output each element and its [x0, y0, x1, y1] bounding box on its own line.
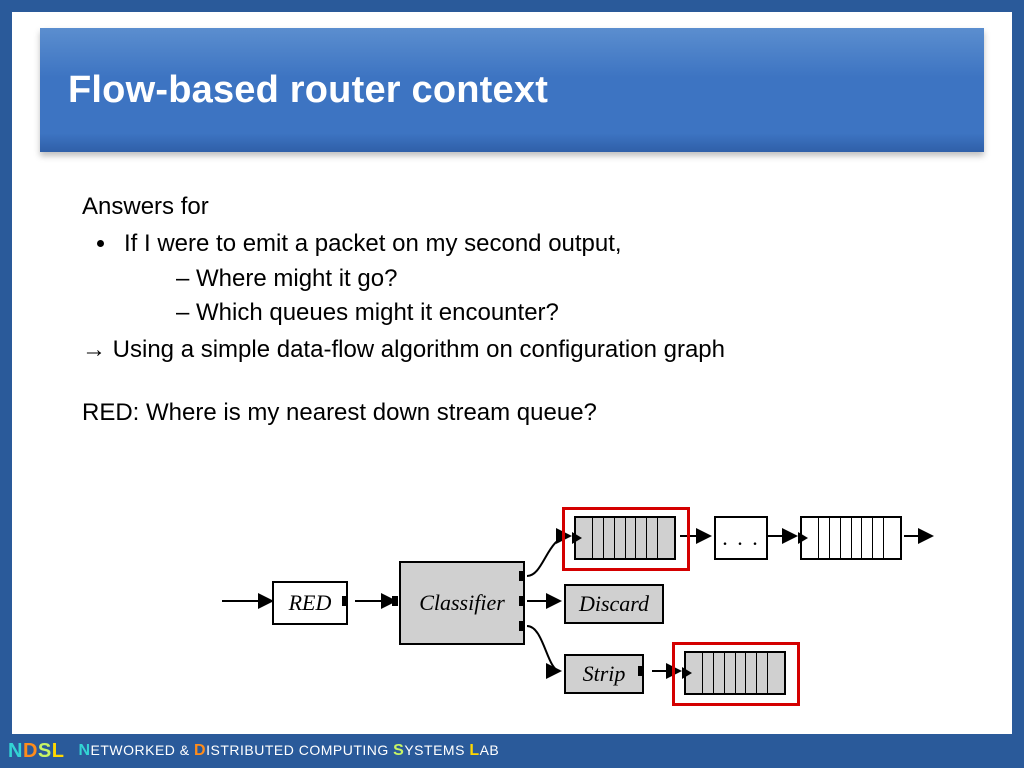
lab-systems: YSTEMS: [404, 742, 469, 758]
red-box: RED: [272, 581, 348, 625]
strip-out-port: [638, 666, 644, 676]
dots-box: . . .: [714, 516, 768, 560]
lab-name: NETWORKED & DISTRIBUTED COMPUTING SYSTEM…: [78, 742, 499, 760]
footer: N D S L NETWORKED & DISTRIBUTED COMPUTIN…: [0, 734, 1024, 768]
logo-letter-d: D: [23, 740, 38, 763]
classifier-out-port-1: [519, 571, 525, 581]
red-out-port: [342, 596, 348, 606]
flow-diagram: RED Classifier . . .: [212, 496, 932, 706]
dots-label: . . .: [722, 522, 760, 554]
strip-box: Strip: [564, 654, 644, 694]
lab-lab: AB: [480, 742, 500, 758]
slide-title: Flow-based router context: [68, 69, 548, 112]
ndsl-logo: N D S L: [8, 740, 64, 763]
conclusion-line: → Using a simple data-flow algorithm on …: [82, 333, 962, 368]
conclusion-text: Using a simple data-flow algorithm on co…: [113, 336, 725, 363]
sub-bullet-1: Where might it go?: [176, 262, 962, 297]
slide: Flow-based router context Answers for If…: [12, 12, 1012, 734]
title-bar: Flow-based router context: [40, 28, 984, 152]
lab-l: L: [469, 742, 479, 759]
bullet-1: If I were to emit a packet on my second …: [118, 227, 962, 331]
classifier-label: Classifier: [419, 587, 505, 619]
lab-n: N: [78, 742, 90, 759]
classifier-out-port-3: [519, 621, 525, 631]
logo-letter-s: S: [38, 740, 52, 763]
lab-d: D: [194, 742, 206, 759]
lab-networked: ETWORKED &: [91, 742, 195, 758]
discard-box: Discard: [564, 584, 664, 624]
lab-s: S: [393, 742, 404, 759]
answers-for-label: Answers for: [82, 190, 962, 225]
sub-list: Where might it go? Which queues might it…: [176, 262, 962, 332]
arrow-icon: →: [82, 336, 106, 363]
red-question: RED: Where is my nearest down stream que…: [82, 396, 962, 431]
discard-label: Discard: [579, 588, 649, 620]
red-box-label: RED: [289, 587, 332, 619]
queue-top-right: [800, 516, 902, 560]
logo-letter-l: L: [52, 740, 65, 763]
bullet-1-text: If I were to emit a packet on my second …: [124, 230, 622, 257]
lab-distributed: ISTRIBUTED COMPUTING: [206, 742, 393, 758]
classifier-out-port-2: [519, 596, 525, 606]
classifier-in-port: [392, 596, 398, 606]
classifier-box: Classifier: [399, 561, 525, 645]
queue-bottom-highlight: [672, 642, 800, 706]
queue-top-right-in-icon: [798, 532, 808, 544]
queue-top-highlight: [562, 507, 690, 571]
bullet-list: If I were to emit a packet on my second …: [118, 227, 962, 331]
logo-letter-n: N: [8, 740, 23, 763]
body-content: Answers for If I were to emit a packet o…: [82, 190, 962, 431]
strip-label: Strip: [583, 658, 626, 690]
sub-bullet-2: Which queues might it encounter?: [176, 296, 962, 331]
